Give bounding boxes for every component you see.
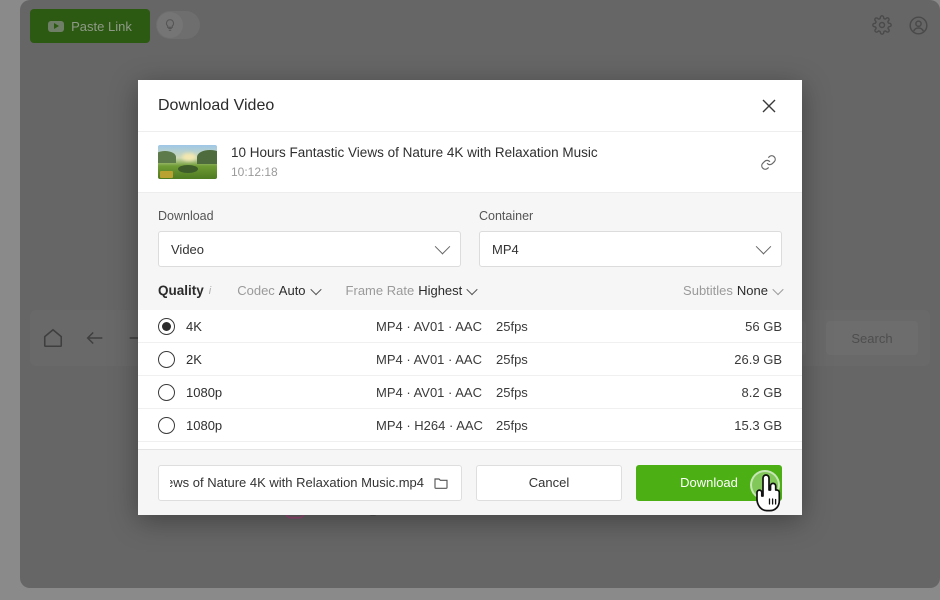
dialog-footer: c Views of Nature 4K with Relaxation Mus…	[138, 449, 802, 515]
container-value: MP4	[492, 242, 758, 257]
link-chain-icon[interactable]	[754, 148, 782, 176]
container-select[interactable]: MP4	[479, 231, 782, 267]
container-label: Container	[479, 209, 782, 223]
video-title: 10 Hours Fantastic Views of Nature 4K wi…	[231, 145, 740, 160]
download-type-value: Video	[171, 242, 437, 257]
search-button[interactable]: Search	[826, 321, 918, 355]
quality-codec: MP4 · AV01 · AAC	[376, 352, 496, 367]
dialog-title: Download Video	[158, 97, 756, 115]
cancel-button[interactable]: Cancel	[476, 465, 622, 501]
download-video-dialog: Download Video 10 Hours Fantastic Views …	[138, 80, 802, 515]
quality-fps: 25fps	[496, 319, 745, 334]
quality-fps: 25fps	[496, 418, 734, 433]
quality-name: 1080p	[186, 385, 376, 400]
subtitles-label: Subtitles	[683, 283, 733, 298]
download-type-label: Download	[158, 209, 461, 223]
close-icon[interactable]	[756, 93, 782, 119]
video-meta: 10 Hours Fantastic Views of Nature 4K wi…	[231, 145, 740, 179]
quality-name: 2K	[186, 352, 376, 367]
quality-options-bar: Quality i Codec Auto Frame Rate Highest …	[158, 283, 782, 310]
quality-radio[interactable]	[158, 417, 175, 434]
filename-input[interactable]: c Views of Nature 4K with Relaxation Mus…	[158, 465, 462, 501]
quality-fps: 25fps	[496, 352, 734, 367]
filename-value: c Views of Nature 4K with Relaxation Mus…	[170, 475, 424, 490]
options-area: Download Video Container MP4 Quality i C…	[138, 192, 802, 310]
quality-row[interactable]: 1080pMP4 · H264 · AAC25fps15.3 GB	[138, 409, 802, 442]
lightbulb-icon	[157, 12, 183, 38]
quality-name: 4K	[186, 319, 376, 334]
quality-radio[interactable]	[158, 384, 175, 401]
quality-radio[interactable]	[158, 318, 175, 335]
subtitles-dropdown[interactable]: Subtitles None	[683, 283, 782, 298]
chevron-down-icon	[772, 283, 783, 294]
video-duration: 10:12:18	[231, 165, 740, 179]
quality-radio[interactable]	[158, 351, 175, 368]
video-thumbnail	[158, 145, 217, 179]
download-button[interactable]: Download	[636, 465, 782, 501]
home-icon[interactable]	[42, 327, 64, 349]
quality-size: 26.9 GB	[734, 352, 782, 367]
quality-fps: 25fps	[496, 385, 742, 400]
quality-size: 8.2 GB	[742, 385, 782, 400]
dialog-header: Download Video	[138, 80, 802, 132]
container-field: Container MP4	[479, 209, 782, 267]
youtube-play-icon	[48, 21, 64, 32]
quality-size: 56 GB	[745, 319, 782, 334]
video-info-row: 10 Hours Fantastic Views of Nature 4K wi…	[138, 132, 802, 192]
framerate-label: Frame Rate	[346, 283, 415, 298]
chevron-down-icon	[310, 283, 321, 294]
chevron-down-icon	[435, 238, 451, 254]
codec-label: Codec	[237, 283, 275, 298]
quality-row[interactable]: 2KMP4 · AV01 · AAC25fps26.9 GB	[138, 343, 802, 376]
arrow-left-icon[interactable]	[84, 327, 106, 349]
quality-heading: Quality	[158, 283, 204, 298]
user-account-icon[interactable]	[906, 13, 930, 37]
quality-row[interactable]: 4KMP4 · AV01 · AAC25fps56 GB	[138, 310, 802, 343]
paste-link-label: Paste Link	[71, 19, 132, 34]
quality-row[interactable]: 1080pMP4 · AV01 · AAC25fps8.2 GB	[138, 376, 802, 409]
quality-codec: MP4 · H264 · AAC	[376, 418, 496, 433]
subtitles-value: None	[737, 283, 768, 298]
codec-dropdown[interactable]: Codec Auto	[237, 283, 319, 298]
quality-size: 15.3 GB	[734, 418, 782, 433]
chevron-down-icon	[467, 283, 478, 294]
info-icon[interactable]: i	[209, 285, 211, 297]
framerate-dropdown[interactable]: Frame Rate Highest	[346, 283, 477, 298]
app-toolbar: Paste Link	[20, 0, 940, 52]
folder-icon[interactable]	[432, 474, 450, 492]
gear-icon[interactable]	[870, 13, 894, 37]
quality-codec: MP4 · AV01 · AAC	[376, 319, 496, 334]
hint-toggle[interactable]	[156, 11, 200, 39]
download-type-field: Download Video	[158, 209, 461, 267]
toolbar-right-icons	[870, 13, 930, 37]
paste-link-button[interactable]: Paste Link	[30, 9, 150, 43]
quality-list: 4KMP4 · AV01 · AAC25fps56 GB2KMP4 · AV01…	[138, 310, 802, 449]
quality-codec: MP4 · AV01 · AAC	[376, 385, 496, 400]
quality-name: 1080p	[186, 418, 376, 433]
chevron-down-icon	[756, 238, 772, 254]
codec-value: Auto	[279, 283, 306, 298]
framerate-value: Highest	[418, 283, 462, 298]
download-type-select[interactable]: Video	[158, 231, 461, 267]
